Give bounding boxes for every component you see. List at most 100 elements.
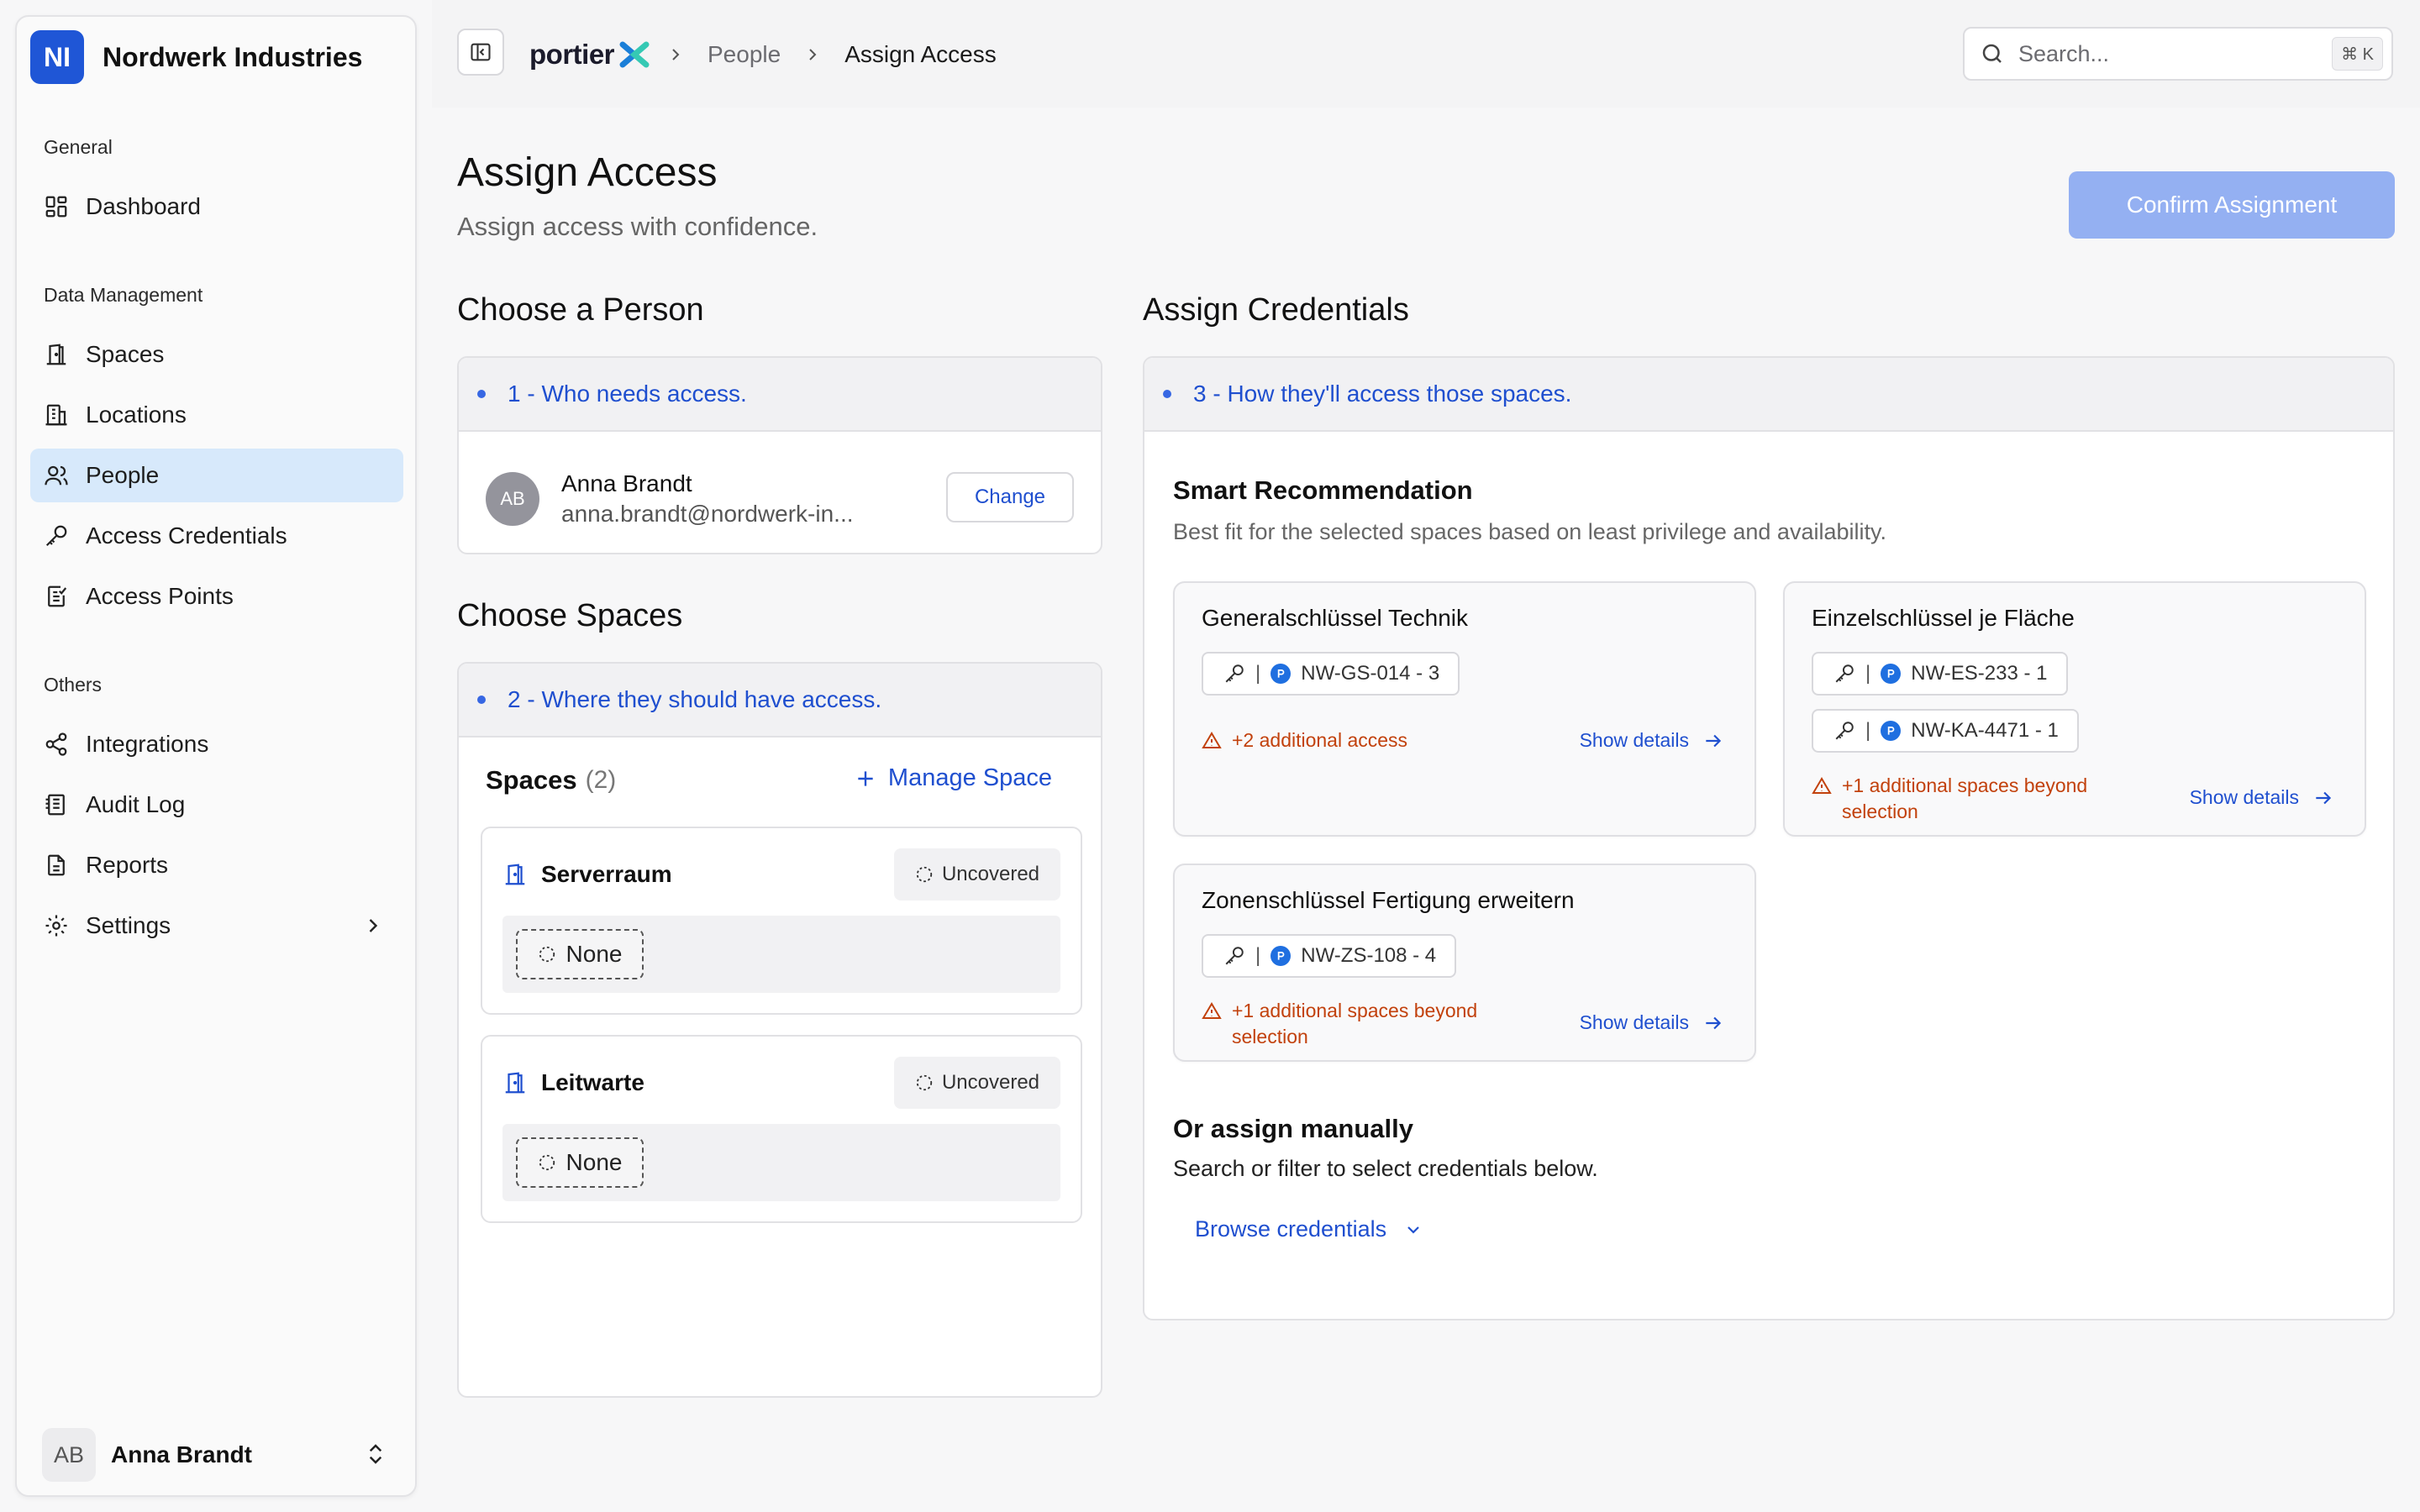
shortcut-hint: ⌘ K <box>2332 37 2383 71</box>
step-header: 3 - How they'll access those spaces. <box>1144 358 2393 432</box>
step-label: 1 - Who needs access. <box>508 381 747 407</box>
assign-credentials-title: Assign Credentials <box>1143 292 1409 328</box>
show-details-link[interactable]: Show details <box>2190 786 2334 809</box>
avatar: AB <box>42 1428 96 1482</box>
warning-icon <box>1202 998 1222 1021</box>
browse-credentials-label: Browse credentials <box>1195 1216 1387 1242</box>
nav-group-general: General <box>44 136 113 158</box>
spaces-header: Spaces (2) Manage Space <box>486 759 1076 801</box>
recommendation-card[interactable]: Generalschlüssel Technik | NW-GS-014 - 3… <box>1173 581 1756 837</box>
sidebar-toggle-button[interactable] <box>457 29 504 76</box>
sidebar-item-audit-log[interactable]: Audit Log <box>30 778 403 832</box>
breadcrumb: People Assign Access <box>666 34 997 76</box>
step-header: 2 - Where they should have access. <box>459 664 1101 738</box>
breadcrumb-people[interactable]: People <box>708 41 781 68</box>
page-title: Assign Access <box>457 150 718 195</box>
report-icon <box>42 851 71 879</box>
choose-person-title: Choose a Person <box>457 292 704 328</box>
show-details-label: Show details <box>1579 729 1689 751</box>
credential-chip: | NW-KA-4471 - 1 <box>1812 709 2079 753</box>
sidebar-item-integrations[interactable]: Integrations <box>30 717 403 771</box>
empty-credential-chip[interactable]: None <box>516 929 644 979</box>
dashboard-icon <box>42 192 71 221</box>
chevron-down-icon <box>1403 1220 1423 1240</box>
breadcrumb-current: Assign Access <box>844 41 997 67</box>
spaces-list-title: Spaces <box>486 765 577 795</box>
status-label: Uncovered <box>941 863 1040 885</box>
sidebar-item-access-credentials[interactable]: Access Credentials <box>30 509 403 563</box>
user-name: Anna Brandt <box>111 1441 252 1467</box>
warning-icon <box>1812 773 1832 796</box>
key-icon <box>1833 663 1855 685</box>
step-dot <box>477 696 486 704</box>
sidebar-item-label: Access Points <box>86 583 234 609</box>
credential-label: NW-ZS-108 - 4 <box>1301 944 1437 967</box>
person-panel: 1 - Who needs access. AB Anna Brandt ann… <box>457 356 1102 554</box>
sidebar-item-people[interactable]: People <box>30 449 403 502</box>
recommendation-card[interactable]: Einzelschlüssel je Fläche | NW-ES-233 - … <box>1783 581 2366 837</box>
brand-logo[interactable]: portier <box>529 34 651 76</box>
show-details-link[interactable]: Show details <box>1580 1011 1724 1034</box>
browse-credentials-button[interactable]: Browse credentials <box>1195 1216 1423 1242</box>
credential-chip: | NW-ES-233 - 1 <box>1812 652 2068 696</box>
provider-icon <box>1270 946 1292 966</box>
log-icon <box>42 790 71 819</box>
space-card: Leitwarte Uncovered None <box>481 1035 1082 1223</box>
show-details-link[interactable]: Show details <box>1580 729 1724 752</box>
warning-note: +2 additional access <box>1202 727 1509 753</box>
dashed-circle-icon <box>538 945 556 963</box>
step-label: 2 - Where they should have access. <box>508 686 882 712</box>
door-icon <box>502 862 528 887</box>
person-email: anna.brandt@nordwerk-in... <box>561 501 854 527</box>
space-name: Serverraum <box>541 861 672 887</box>
chevron-right-icon <box>666 45 686 65</box>
sidebar-item-spaces[interactable]: Spaces <box>30 328 403 381</box>
manage-space-button[interactable]: Manage Space <box>855 764 1052 792</box>
org-name: Nordwerk Industries <box>103 41 363 72</box>
credential-chip: | NW-ZS-108 - 4 <box>1202 934 1457 978</box>
nav-group-data-management: Data Management <box>44 284 203 306</box>
confirm-assignment-button[interactable]: Confirm Assignment <box>2069 171 2395 239</box>
sidebar-item-access-points[interactable]: Access Points <box>30 570 403 623</box>
smart-recommendation-subtitle: Best fit for the selected spaces based o… <box>1173 519 1886 544</box>
show-details-label: Show details <box>1579 1011 1689 1033</box>
change-person-button[interactable]: Change <box>946 472 1074 522</box>
share-icon <box>42 730 71 759</box>
recommendation-title: Generalschlüssel Technik <box>1202 605 1468 631</box>
user-menu[interactable]: AB Anna Brandt <box>42 1428 395 1482</box>
recommendation-card[interactable]: Zonenschlüssel Fertigung erweitern | NW-… <box>1173 864 1756 1062</box>
step-label: 3 - How they'll access those spaces. <box>1193 381 1572 407</box>
search-icon <box>1980 41 2005 66</box>
access-point-icon <box>42 582 71 611</box>
page-subtitle: Assign access with confidence. <box>457 212 818 241</box>
credential-label: NW-ES-233 - 1 <box>1911 662 2048 685</box>
chevron-right-icon <box>361 914 385 937</box>
key-icon <box>1223 945 1245 967</box>
recommendation-title: Einzelschlüssel je Fläche <box>1812 605 2075 631</box>
provider-icon <box>1881 664 1902 684</box>
status-label: Uncovered <box>941 1071 1040 1094</box>
warning-text: +1 additional spaces beyond selection <box>1232 1000 1478 1047</box>
smart-recommendation-title: Smart Recommendation <box>1173 475 1473 505</box>
org-switcher[interactable]: NI Nordwerk Industries <box>30 30 402 84</box>
space-credential-slot: None <box>502 916 1060 993</box>
provider-icon <box>1270 664 1292 684</box>
sidebar-item-settings[interactable]: Settings <box>30 899 403 953</box>
empty-credential-chip[interactable]: None <box>516 1137 644 1188</box>
spaces-count: (2) <box>585 766 617 794</box>
sidebar-item-reports[interactable]: Reports <box>30 838 403 892</box>
show-details-label: Show details <box>2189 786 2299 808</box>
sidebar-item-locations[interactable]: Locations <box>30 388 403 442</box>
sidebar-item-label: Spaces <box>86 341 165 367</box>
door-icon <box>42 340 71 369</box>
people-icon <box>42 461 71 490</box>
dashed-circle-icon <box>915 865 934 884</box>
manual-assign-subtitle: Search or filter to select credentials b… <box>1173 1156 1598 1181</box>
plus-icon <box>855 768 876 790</box>
search-input[interactable]: Search... ⌘ K <box>1963 27 2393 81</box>
credential-label: NW-GS-014 - 3 <box>1301 662 1440 685</box>
avatar: AB <box>486 472 539 526</box>
warning-text: +2 additional access <box>1232 729 1408 751</box>
chevrons-up-down-icon[interactable] <box>363 1441 388 1467</box>
sidebar-item-dashboard[interactable]: Dashboard <box>30 180 403 234</box>
